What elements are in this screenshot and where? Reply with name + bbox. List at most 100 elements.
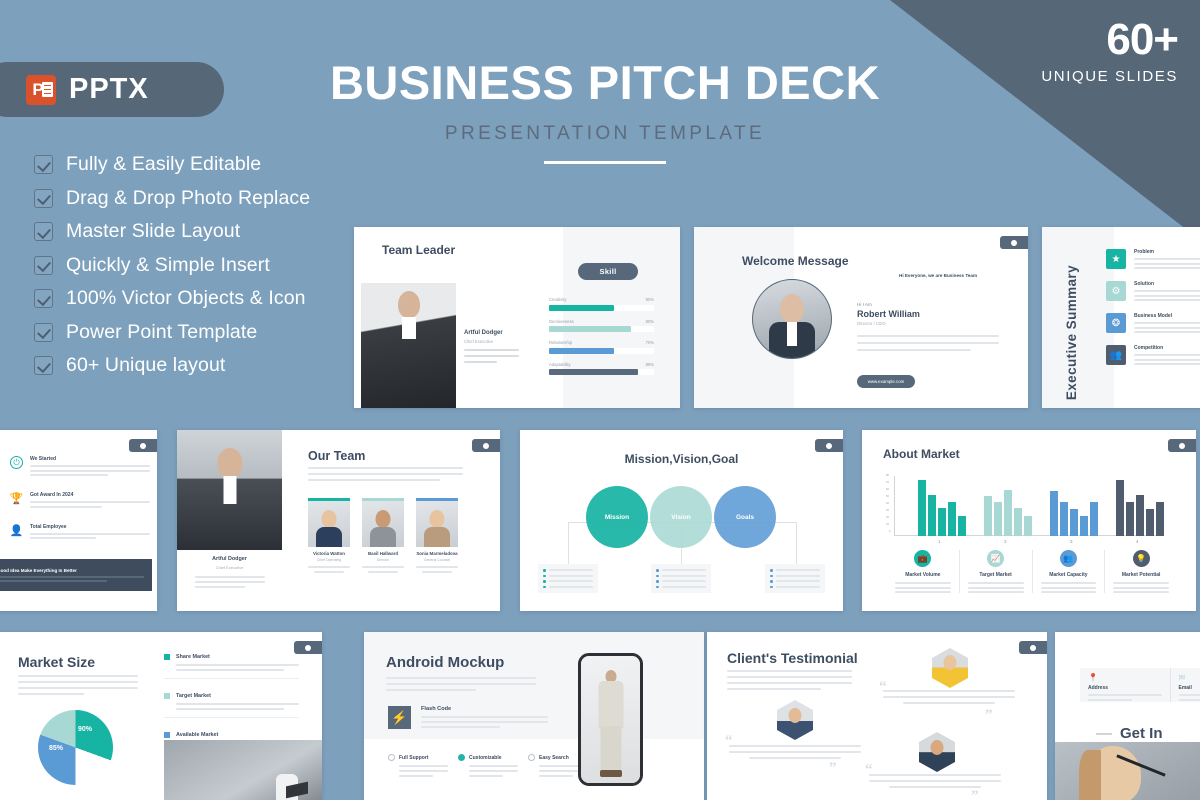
team-leader-role: Chief Executive (464, 339, 494, 344)
milestone-label: Got Award In 2024 (30, 492, 74, 498)
mail-icon: ✉ (1178, 673, 1186, 682)
feature-label: Fully & Easily Editable (66, 153, 262, 176)
option-label: Customizable (469, 754, 502, 761)
bar (1014, 508, 1022, 536)
slide-tag-button[interactable] (1000, 236, 1028, 249)
gear-icon: ⚙ (1106, 281, 1126, 301)
legend-item: Share Market (164, 654, 299, 679)
slide-milestones[interactable]: ⏻ We Started 🏆 Got Award In 2024 👤 Total… (0, 430, 157, 611)
phone-mockup (578, 653, 643, 786)
page-subtitle: PRESENTATION TEMPLATE (444, 123, 766, 145)
mission-bullets (538, 564, 598, 593)
member-photo (416, 501, 458, 547)
slide-tag-button[interactable] (129, 439, 157, 452)
slide-our-team[interactable]: Artful Dodger Chief Executive Our Team V… (177, 430, 500, 611)
goals-label: Goals (735, 513, 755, 521)
member-name: Victoria Watton (313, 551, 345, 556)
slide-team-leader[interactable]: Team Leader Artful Dodger Chief Executiv… (354, 227, 680, 408)
android-options: Full Support Customizable Easy Search (388, 754, 588, 777)
slide-market-size[interactable]: Market Size 90% 85% 70% Share Market Tar… (0, 632, 322, 800)
market-category: 💼 Market Volume (887, 550, 960, 593)
banner-title: Good Idea Make Everything Is Better (0, 568, 77, 574)
option-item[interactable]: Full Support (388, 754, 448, 777)
skill-label: Relationship (549, 340, 573, 345)
slide-executive-summary[interactable]: Executive Summary ★ Problem ⚙ Solution ❂ (1042, 227, 1200, 408)
slide-tag-button[interactable] (472, 439, 500, 452)
x-tick-label: 1 (938, 539, 941, 544)
bar (1050, 491, 1058, 536)
market-size-photo (164, 740, 322, 800)
slide-mission-vision-goal[interactable]: Mission,Vision,Goal Mission Vision Goals (520, 430, 843, 611)
page-title: BUSINESS PITCH DECK (329, 56, 881, 109)
member-role: Chief Operating (316, 558, 342, 562)
feature-item: Master Slide Layout (34, 215, 310, 249)
slide-contact[interactable]: 📍 Address ✉ Email Get In (1055, 632, 1200, 800)
check-icon (34, 222, 53, 242)
bar-chart: 80 70 60 50 40 30 20 10 0 (886, 474, 1164, 536)
slide-title: Client's Testimonial (727, 650, 858, 666)
check-icon (34, 322, 53, 342)
team-lead-role: Chief Executive (215, 565, 244, 570)
our-team-photo (177, 430, 282, 550)
slide-count-label: UNIQUE SLIDES (1041, 68, 1178, 85)
skill-value: 90% (645, 297, 654, 302)
milestone-item: 🏆 Got Award In 2024 (10, 492, 150, 508)
vision-label: Vision (671, 513, 691, 521)
flash-code-title: Flash Code (421, 706, 452, 712)
slide-tag-button[interactable] (294, 641, 322, 654)
radio-icon[interactable] (388, 754, 395, 761)
exec-item-label: Problem (1134, 249, 1155, 255)
trophy-icon: 🏆 (9, 493, 24, 505)
legend-label: Target Market (176, 693, 211, 699)
team-member-card: Basil Hallward Director (362, 498, 404, 573)
email-label: Email (1178, 685, 1192, 691)
bolt-icon: ⚡ (388, 706, 411, 729)
check-icon (34, 289, 53, 309)
exec-summary-item: ⚙ Solution (1106, 281, 1200, 301)
legend-swatch (164, 654, 170, 660)
slide-tag-button[interactable] (815, 439, 843, 452)
welcome-url-button[interactable]: www.example.com (857, 375, 915, 388)
bar (928, 495, 936, 536)
market-category: 👥 Market Capacity (1033, 550, 1106, 593)
slide-android-mockup[interactable]: Android Mockup ⚡ Flash Code Full Support (364, 632, 704, 800)
slide-tag-button[interactable] (1019, 641, 1047, 654)
skill-label: Adaptability (549, 361, 571, 367)
legend-swatch (164, 693, 170, 699)
powerpoint-icon: P (26, 74, 56, 105)
member-name: Sonia Marmeladova (416, 551, 458, 556)
market-category-list: 💼 Market Volume 📈 Target Market 👥 Market… (887, 550, 1177, 593)
feature-item: Power Point Template (34, 316, 310, 350)
skill-row: Relationship 70% (549, 340, 654, 354)
slide-about-market[interactable]: About Market 80 70 60 50 40 30 20 10 0 1… (862, 430, 1196, 611)
title-block: BUSINESS PITCH DECK PRESENTATION TEMPLAT… (300, 56, 910, 165)
slide-welcome-message[interactable]: Welcome Message Hi Everyone, we are Busi… (694, 227, 1028, 408)
quote-close-icon: ” (985, 707, 993, 723)
legend-label: Available Market (176, 732, 219, 738)
check-icon (34, 188, 53, 208)
slide-title: Our Team (308, 449, 366, 463)
legend-swatch (164, 732, 170, 738)
poster-canvas: 60+ UNIQUE SLIDES P PPTX BUSINESS PITCH … (0, 0, 1200, 800)
vision-bullets (651, 564, 711, 593)
exec-item-label: Solution (1134, 281, 1154, 287)
bar (948, 502, 956, 536)
bar (1090, 502, 1098, 536)
contact-card-group: 📍 Address ✉ Email (1080, 668, 1200, 702)
radio-icon[interactable] (458, 754, 465, 761)
option-item[interactable]: Customizable (458, 754, 518, 777)
feature-item: 60+ Unique layout (34, 349, 310, 383)
milestone-item: 👤 Total Employee (10, 524, 150, 539)
mission-circle: Mission (586, 486, 648, 548)
slide-title: Welcome Message (742, 254, 849, 268)
category-label: Market Potential (1121, 572, 1161, 578)
feature-list: Fully & Easily Editable Drag & Drop Phot… (34, 148, 310, 383)
unique-slides-badge: 60+ UNIQUE SLIDES (1041, 18, 1179, 86)
radio-icon[interactable] (528, 754, 535, 761)
address-label: Address (1088, 685, 1109, 691)
slide-tag-button[interactable] (1168, 439, 1196, 452)
slide-testimonial[interactable]: Client's Testimonial “ ” “ ” “ ” (707, 632, 1047, 800)
cta-rule (1096, 732, 1112, 735)
option-label: Easy Search (539, 754, 569, 761)
option-label: Full Support (399, 754, 429, 761)
